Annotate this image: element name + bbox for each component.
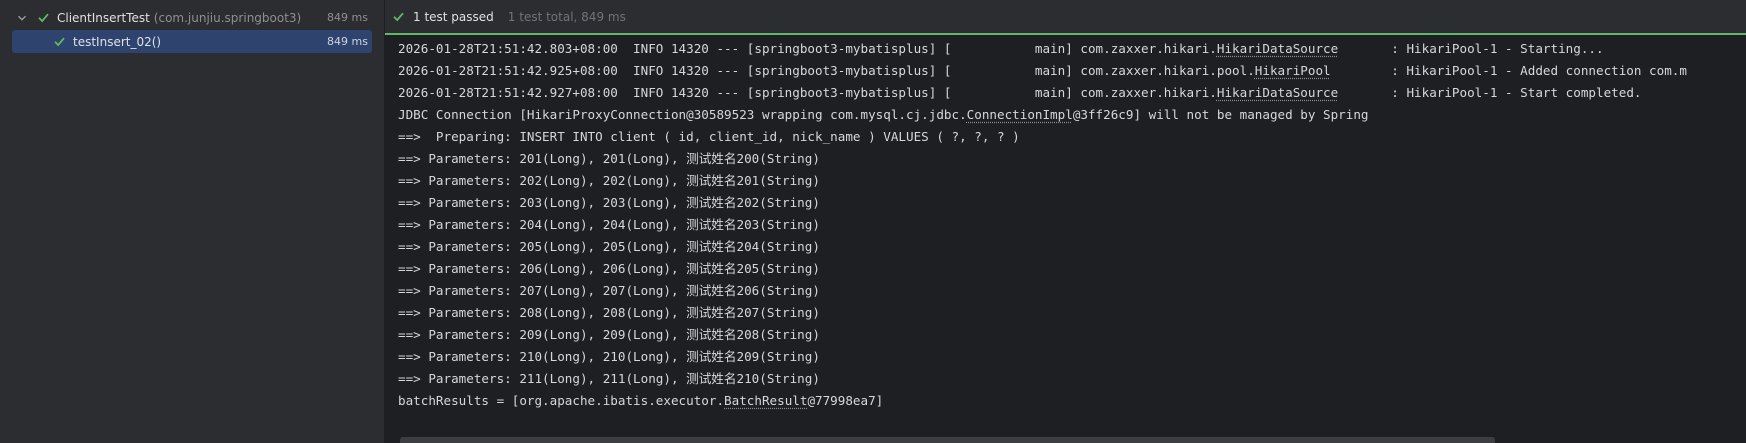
console-text: JDBC Connection [HikariProxyConnection@3… [398, 107, 967, 122]
console-text: 2026-01-28T21:51:42.803+08:00 INFO 14320… [398, 41, 1217, 56]
test-summary-text: 1 test total, 849 ms [507, 9, 626, 24]
console-line: JDBC Connection [HikariProxyConnection@3… [398, 104, 1746, 126]
console-class-link[interactable]: HikariDataSource [1217, 41, 1338, 56]
console-line: ==> Parameters: 211(Long), 211(Long), 测试… [398, 368, 1746, 390]
console-text: ==> Preparing: INSERT INTO client ( id, … [398, 129, 1020, 144]
console-line: ==> Parameters: 207(Long), 207(Long), 测试… [398, 280, 1746, 302]
tree-item-client-insert-test[interactable]: ClientInsertTest (com.junjiu.springboot3… [12, 6, 372, 29]
console-line: ==> Parameters: 201(Long), 201(Long), 测试… [398, 148, 1746, 170]
console-line: 2026-01-28T21:51:42.927+08:00 INFO 14320… [398, 82, 1746, 104]
console-text: ==> Parameters: 201(Long), 201(Long), 测试… [398, 151, 820, 166]
test-class-package: (com.junjiu.springboot3) [153, 10, 302, 25]
console-line: ==> Parameters: 206(Long), 206(Long), 测试… [398, 258, 1746, 280]
console-text: ==> Parameters: 210(Long), 210(Long), 测试… [398, 349, 820, 364]
console-text: : HikariPool-1 - Added connection com.m [1330, 63, 1687, 78]
test-runner-window: ClientInsertTest (com.junjiu.springboot3… [0, 0, 1746, 443]
console-text: ==> Parameters: 202(Long), 202(Long), 测试… [398, 173, 820, 188]
test-class-duration: 849 ms [327, 11, 368, 24]
console-class-link[interactable]: HikariDataSource [1217, 85, 1338, 100]
console-line: ==> Parameters: 202(Long), 202(Long), 测试… [398, 170, 1746, 192]
console-output[interactable]: 2026-01-28T21:51:42.803+08:00 INFO 14320… [398, 38, 1746, 412]
check-icon [391, 10, 405, 24]
test-status-text: 1 test passed [413, 9, 494, 24]
console-line: ==> Parameters: 203(Long), 203(Long), 测试… [398, 192, 1746, 214]
console-text: 2026-01-28T21:51:42.927+08:00 INFO 14320… [398, 85, 1217, 100]
console-text: : HikariPool-1 - Starting... [1338, 41, 1604, 56]
console-line: ==> Parameters: 209(Long), 209(Long), 测试… [398, 324, 1746, 346]
console-panel: 1 test passed 1 test total, 849 ms 2026-… [385, 0, 1746, 443]
console-text: : HikariPool-1 - Start completed. [1338, 85, 1642, 100]
test-method-name: testInsert_02() [73, 34, 162, 49]
test-class-name: ClientInsertTest [57, 10, 150, 25]
test-tree-panel: ClientInsertTest (com.junjiu.springboot3… [0, 0, 384, 443]
console-class-link[interactable]: ConnectionImpl [967, 107, 1073, 122]
console-text: ==> Parameters: 211(Long), 211(Long), 测试… [398, 371, 820, 386]
console-class-link[interactable]: BatchResult [724, 393, 807, 408]
tree-item-test-insert-02[interactable]: testInsert_02() 849 ms [12, 30, 372, 53]
test-status-bar: 1 test passed 1 test total, 849 ms [385, 0, 1746, 33]
console-text: ==> Parameters: 205(Long), 205(Long), 测试… [398, 239, 820, 254]
console-text: ==> Parameters: 206(Long), 206(Long), 测试… [398, 261, 820, 276]
console-text: 2026-01-28T21:51:42.925+08:00 INFO 14320… [398, 63, 1255, 78]
console-line: ==> Preparing: INSERT INTO client ( id, … [398, 126, 1746, 148]
console-text: batchResults = [org.apache.ibatis.execut… [398, 393, 725, 408]
console-line: 2026-01-28T21:51:42.803+08:00 INFO 14320… [398, 38, 1746, 60]
console-line: 2026-01-28T21:51:42.925+08:00 INFO 14320… [398, 60, 1746, 82]
test-method-duration: 849 ms [327, 35, 368, 48]
console-text: ==> Parameters: 204(Long), 204(Long), 测试… [398, 217, 820, 232]
console-class-link[interactable]: HikariPool [1255, 63, 1331, 78]
console-text: ==> Parameters: 208(Long), 208(Long), 测试… [398, 305, 820, 320]
console-text: @3ff26c9] will not be managed by Spring [1072, 107, 1369, 122]
console-line: batchResults = [org.apache.ibatis.execut… [398, 390, 1746, 412]
console-text: @77998ea7] [807, 393, 884, 408]
console-text: ==> Parameters: 209(Long), 209(Long), 测试… [398, 327, 820, 342]
console-line: ==> Parameters: 204(Long), 204(Long), 测试… [398, 214, 1746, 236]
console-text: ==> Parameters: 207(Long), 207(Long), 测试… [398, 283, 820, 298]
console-line: ==> Parameters: 208(Long), 208(Long), 测试… [398, 302, 1746, 324]
horizontal-scrollbar[interactable] [400, 437, 1495, 443]
pass-progress-bar [385, 33, 1746, 35]
console-line: ==> Parameters: 210(Long), 210(Long), 测试… [398, 346, 1746, 368]
console-text: ==> Parameters: 203(Long), 203(Long), 测试… [398, 195, 820, 210]
check-icon [36, 11, 50, 25]
check-icon [52, 35, 66, 49]
console-line: ==> Parameters: 205(Long), 205(Long), 测试… [398, 236, 1746, 258]
chevron-down-icon[interactable] [14, 10, 30, 26]
